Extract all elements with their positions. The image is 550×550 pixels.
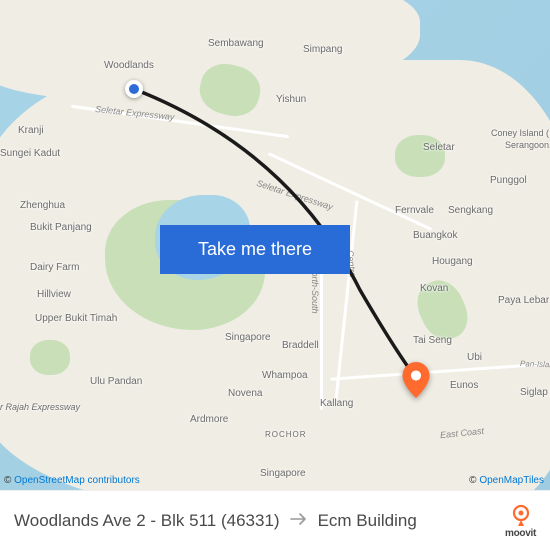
landmass-decoration xyxy=(0,60,550,490)
place-label: Singapore xyxy=(225,332,271,343)
map-viewport[interactable]: Seletar Expressway Seletar Expressway No… xyxy=(0,0,550,490)
place-label: Upper Bukit Timah xyxy=(35,313,117,324)
place-label: Sengkang xyxy=(448,205,493,216)
place-label: Woodlands xyxy=(104,60,154,71)
place-label: Braddell xyxy=(282,340,319,351)
place-label: ROCHOR xyxy=(265,430,307,439)
place-label: Kallang xyxy=(320,398,353,409)
attribution-right: © OpenMapTiles xyxy=(469,475,544,486)
moovit-logo[interactable]: moovit xyxy=(505,503,536,539)
place-label: Dairy Farm xyxy=(30,262,79,273)
route-footer: Woodlands Ave 2 - Blk 511 (46331) Ecm Bu… xyxy=(0,490,550,550)
place-label: Tai Seng xyxy=(413,335,452,346)
place-label: Ubi xyxy=(467,352,482,363)
origin-text: Woodlands Ave 2 - Blk 511 (46331) xyxy=(14,511,280,531)
destination-text: Ecm Building xyxy=(318,511,417,531)
park-area xyxy=(30,340,70,375)
map-pin-icon xyxy=(402,362,430,398)
place-label: Zhenghua xyxy=(20,200,65,211)
place-label: Novena xyxy=(228,388,262,399)
place-label: Ulu Pandan xyxy=(90,376,142,387)
place-label: Coney Island ( xyxy=(491,128,549,138)
place-label: Ardmore xyxy=(190,414,228,425)
osm-link[interactable]: OpenStreetMap contributors xyxy=(14,475,140,486)
arrow-right-icon xyxy=(290,511,308,531)
place-label: Bukit Panjang xyxy=(30,222,92,233)
place-label: Kranji xyxy=(18,125,44,136)
place-label: Hillview xyxy=(37,289,71,300)
place-label: Sungei Kadut xyxy=(0,148,60,159)
place-label: er Rajah Expressway xyxy=(0,402,80,412)
place-label: Whampoa xyxy=(262,370,308,381)
place-label: Seletar xyxy=(423,142,455,153)
place-label: Buangkok xyxy=(413,230,457,241)
moovit-logo-text: moovit xyxy=(505,528,536,539)
place-label: Simpang xyxy=(303,44,342,55)
place-label: Kovan xyxy=(420,283,448,294)
place-label: Singapore xyxy=(260,468,306,479)
road-decoration xyxy=(320,250,323,410)
place-label: Siglap xyxy=(520,387,548,398)
place-label: Paya Lebar xyxy=(498,295,549,306)
place-label: Hougang xyxy=(432,256,473,267)
place-label: Eunos xyxy=(450,380,478,391)
route-description: Woodlands Ave 2 - Blk 511 (46331) Ecm Bu… xyxy=(14,511,495,531)
attribution-left: © OpenStreetMap contributors xyxy=(4,475,140,486)
place-label: Sembawang xyxy=(208,38,264,49)
origin-marker[interactable] xyxy=(125,80,143,98)
place-label: Serangoon. xyxy=(505,140,550,150)
place-label: Punggol xyxy=(490,175,527,186)
destination-marker[interactable] xyxy=(402,362,430,390)
place-label: Fernvale xyxy=(395,205,434,216)
take-me-there-button[interactable]: Take me there xyxy=(160,225,350,274)
road-label: Pan-Island Ex xyxy=(520,359,550,370)
place-label: Yishun xyxy=(276,94,306,105)
moovit-logo-icon xyxy=(509,503,533,527)
openmaptiles-link[interactable]: OpenMapTiles xyxy=(479,475,544,486)
